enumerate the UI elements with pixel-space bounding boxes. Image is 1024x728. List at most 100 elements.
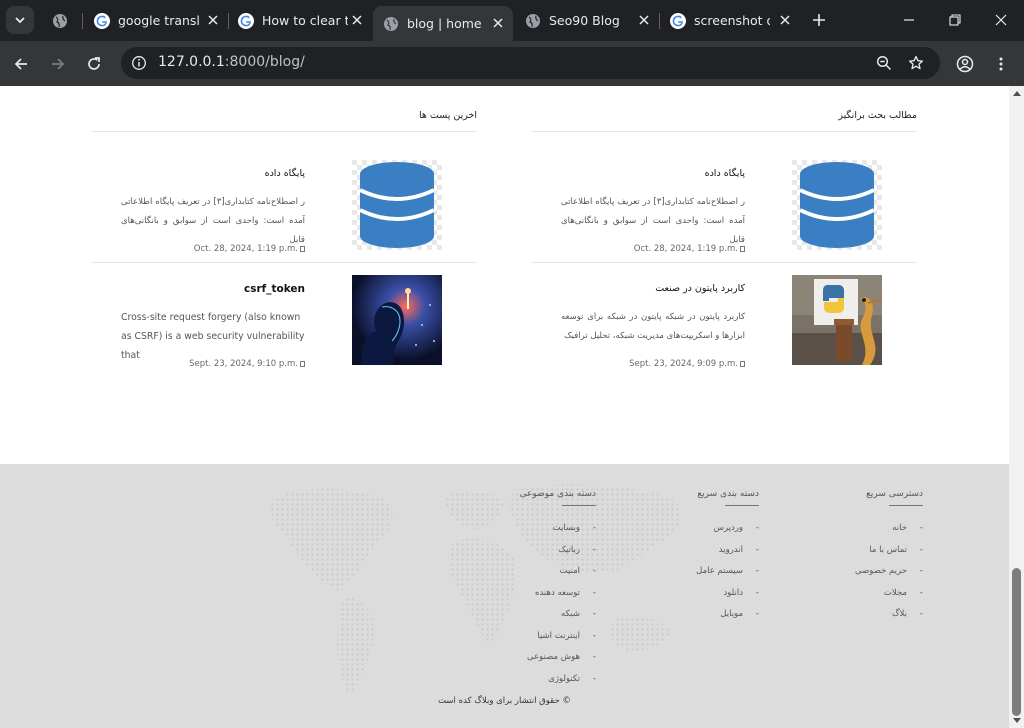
menu-button[interactable] xyxy=(988,51,1014,77)
post-card[interactable]: پایگاه داده ر اصطلاح‌نامه کتابداری[۳] در… xyxy=(91,148,477,263)
reload-button[interactable] xyxy=(81,51,107,77)
post-title[interactable]: پایگاه داده xyxy=(265,168,305,179)
post-title[interactable]: پایگاه داده xyxy=(705,168,745,179)
footer-link[interactable]: - وبسایت xyxy=(527,523,596,545)
scroll-up-arrow-icon[interactable] xyxy=(1013,91,1021,96)
cyber-face-illustration[interactable] xyxy=(352,275,442,365)
footer-link[interactable]: - امنیت xyxy=(527,566,596,588)
post-date-text: Sept. 23, 2024, 9:10 p.m. xyxy=(189,359,298,369)
scrollbar-thumb[interactable] xyxy=(1012,568,1021,716)
footer-link-label: سیستم عامل xyxy=(696,566,743,576)
footer-link[interactable]: - تماس با ما xyxy=(855,545,923,567)
heading-underline xyxy=(725,505,759,506)
database-icon[interactable] xyxy=(352,160,442,250)
post-date-text: Oct. 28, 2024, 1:19 p.m. xyxy=(193,244,298,254)
vertical-scrollbar[interactable] xyxy=(1009,86,1024,728)
footer-link-label: وبسایت xyxy=(552,523,580,533)
footer-link[interactable]: - تکنولوژی xyxy=(527,674,596,696)
site-info-icon[interactable] xyxy=(131,55,147,71)
footer-link[interactable]: - مجلات xyxy=(855,588,923,610)
globe-icon xyxy=(52,13,68,29)
footer-heading: دسته بندی موضوعی xyxy=(519,489,596,499)
tab-0[interactable] xyxy=(42,6,78,35)
tab-google-translate[interactable]: google transl xyxy=(84,6,228,35)
post-date: Sept. 23, 2024, 9:10 p.m. xyxy=(189,359,305,369)
restore-icon xyxy=(949,14,961,26)
minimize-button[interactable] xyxy=(886,6,932,34)
globe-icon xyxy=(525,13,541,29)
heading-underline xyxy=(562,505,596,506)
python-snake-illustration[interactable] xyxy=(792,275,882,365)
zoom-icon[interactable] xyxy=(876,55,892,71)
tab-screenshot[interactable]: screenshot or xyxy=(660,6,800,35)
latest-posts-section: اخرین پست ها پایگاه داده ر اصطلاح‌نامه ک… xyxy=(91,86,477,376)
bookmark-star-icon[interactable] xyxy=(908,55,924,71)
reload-icon xyxy=(88,57,100,70)
footer-link[interactable]: - هوش مصنوعی xyxy=(527,652,596,674)
new-tab-button[interactable] xyxy=(809,10,829,30)
post-title[interactable]: کاربرد پایتون در صنعت xyxy=(655,283,745,294)
footer-link[interactable]: - وردپرس xyxy=(696,523,759,545)
calendar-icon xyxy=(740,246,745,252)
calendar-icon xyxy=(300,361,305,367)
restore-button[interactable] xyxy=(932,6,978,34)
calendar-icon xyxy=(740,361,745,367)
footer-link[interactable]: - اینترنت اشیا xyxy=(527,631,596,653)
footer-link[interactable]: - شبکه xyxy=(527,609,596,631)
footer-link[interactable]: - حریم خصوصی xyxy=(855,566,923,588)
profile-button[interactable] xyxy=(952,51,978,77)
footer-link-label: بلاگ xyxy=(891,609,907,619)
close-window-button[interactable] xyxy=(978,6,1024,34)
tab-how-to-clear[interactable]: How to clear t xyxy=(228,6,372,35)
post-title[interactable]: csrf_token xyxy=(244,283,305,295)
post-excerpt: ر اصطلاح‌نامه کتابداری[۳] در تعریف پایگا… xyxy=(561,197,745,245)
calendar-icon xyxy=(300,246,305,252)
post-date: Oct. 28, 2024, 1:19 p.m. xyxy=(194,244,305,254)
footer-link-label: تماس با ما xyxy=(869,544,907,555)
heading-underline xyxy=(889,505,923,506)
close-icon[interactable] xyxy=(637,13,651,27)
footer-link[interactable]: - خانه xyxy=(855,523,923,545)
footer-link[interactable]: - توسعه دهنده xyxy=(527,588,596,610)
post-card[interactable]: کاربرد پایتون در صنعت کاربرد پایتون در ش… xyxy=(531,263,917,378)
tab-search-button[interactable] xyxy=(6,6,34,34)
divider xyxy=(91,131,477,132)
post-date: Sept. 23, 2024, 9:09 p.m. xyxy=(629,359,745,369)
tab-blog-home[interactable]: blog | home xyxy=(373,6,513,41)
tab-title: How to clear t xyxy=(262,13,348,28)
globe-icon xyxy=(383,16,399,32)
footer-link[interactable]: - دانلود xyxy=(696,588,759,610)
chevron-down-icon xyxy=(15,17,25,24)
google-icon xyxy=(238,12,254,29)
footer-link-label: رباتیک xyxy=(558,544,580,555)
divider xyxy=(531,131,917,132)
footer-link[interactable]: - بلاگ xyxy=(855,609,923,631)
post-card[interactable]: پایگاه داده ر اصطلاح‌نامه کتابداری[۳] در… xyxy=(531,148,917,263)
close-icon[interactable] xyxy=(206,13,220,27)
footer-link[interactable]: - اندروید xyxy=(696,545,759,567)
forward-button[interactable] xyxy=(45,51,71,77)
post-excerpt: کاربرد پایتون در شبکه پایتون در شبکه برا… xyxy=(561,312,745,341)
copyright-text: © حقوق انتشار برای وبلاگ کده است xyxy=(438,696,571,706)
scroll-down-arrow-icon[interactable] xyxy=(1013,718,1021,723)
tab-seo90-blog[interactable]: Seo90 Blog xyxy=(515,6,659,35)
close-icon[interactable] xyxy=(350,13,364,27)
post-card[interactable]: csrf_token Cross-site request forgery (a… xyxy=(91,263,477,378)
browser-toolbar: 127.0.0.1:8000/blog/ xyxy=(0,41,1024,86)
section-title: اخرین پست ها xyxy=(418,110,477,121)
close-icon[interactable] xyxy=(491,16,505,30)
footer-link-list: - وردپرس - اندروید - سیستم عامل - دانلود - مو… xyxy=(696,523,759,631)
footer-heading: دسته بندی سریع xyxy=(697,489,759,499)
arrow-right-icon xyxy=(52,58,65,70)
page-viewport: مطالب بحث برانگیز پایگاه داده ر اصطلاح‌ن… xyxy=(0,86,1009,728)
section-title: مطالب بحث برانگیز xyxy=(838,110,917,121)
database-icon[interactable] xyxy=(792,160,882,250)
tab-strip: google transl How to clear t blog | home… xyxy=(0,0,1024,41)
footer-link[interactable]: - موبایل xyxy=(696,609,759,631)
footer-link[interactable]: - سیستم عامل xyxy=(696,566,759,588)
back-button[interactable] xyxy=(8,51,34,77)
post-excerpt: ر اصطلاح‌نامه کتابداری[۳] در تعریف پایگا… xyxy=(121,197,305,245)
address-bar[interactable]: 127.0.0.1:8000/blog/ xyxy=(121,47,940,79)
close-icon[interactable] xyxy=(778,13,792,27)
footer-link[interactable]: - رباتیک xyxy=(527,545,596,567)
